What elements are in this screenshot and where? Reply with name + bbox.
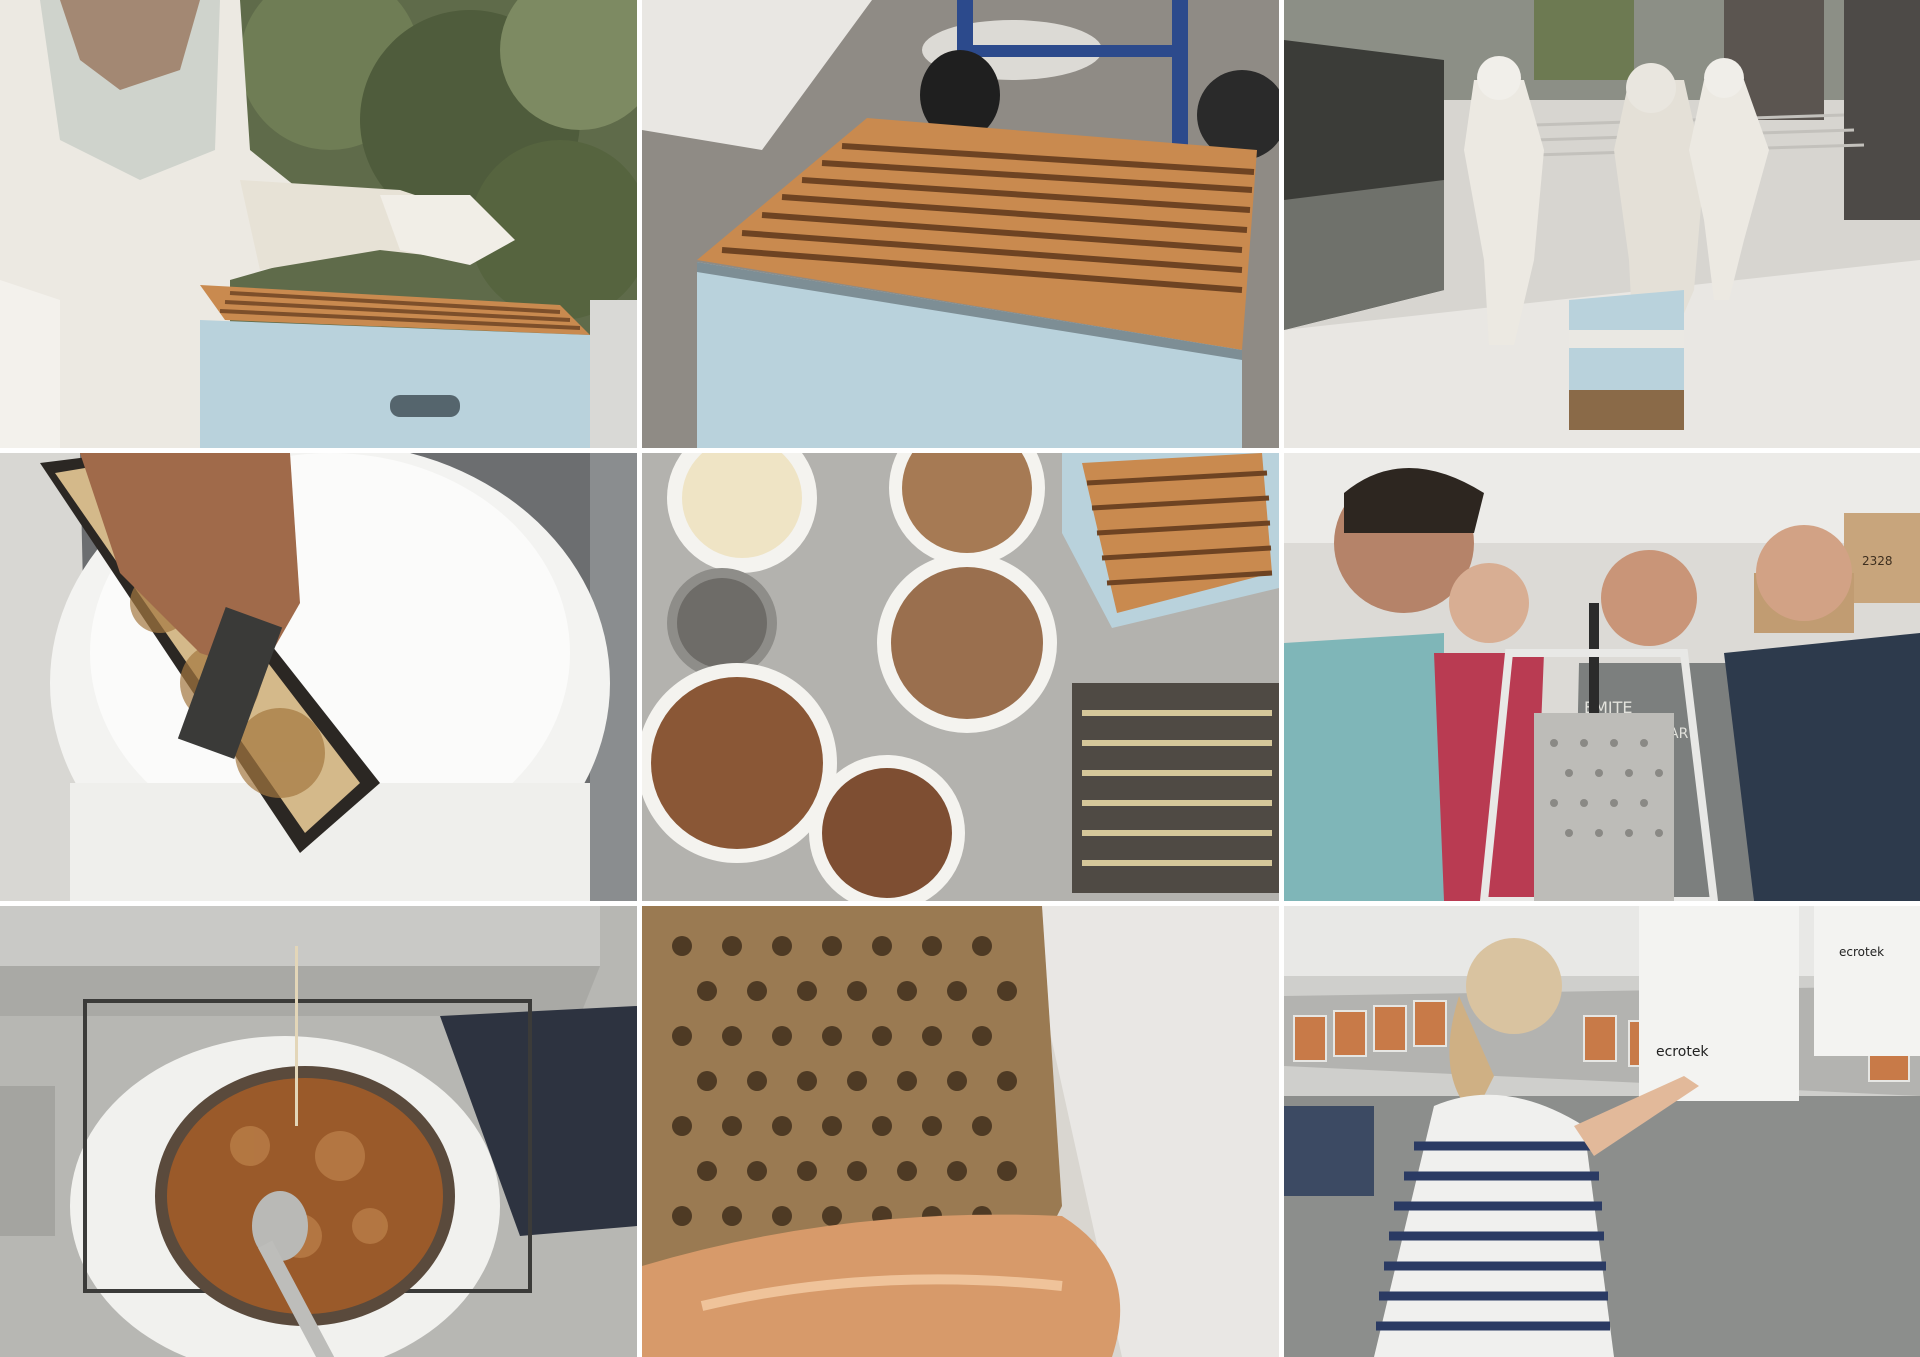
- photo-uncapping-honeycomb-frame: [0, 453, 637, 901]
- photo-honey-strainer-closeup-image: [642, 906, 1279, 1357]
- photo-woman-filling-honey-jars-image: ecrotek ecrotek: [1284, 906, 1920, 1357]
- photo-buckets-of-honeycomb-from-above: [642, 453, 1279, 901]
- bucket-brand-text-2: ecrotek: [1839, 945, 1884, 959]
- photo-buckets-of-honeycomb-from-above-image: [642, 453, 1279, 901]
- photo-open-hive-box-on-trolley-image: [642, 0, 1279, 448]
- photo-grid: 2328 EMITE IONAL PAR: [0, 0, 1920, 1357]
- shelf-box-number: 2328: [1862, 554, 1893, 568]
- photo-group-pressing-honeycomb: 2328 EMITE IONAL PAR: [1284, 453, 1920, 901]
- photo-honey-draining-into-bucket-image: [0, 906, 637, 1357]
- photo-honey-draining-into-bucket: [0, 906, 637, 1357]
- photo-beekeepers-wheeling-hive-image: [1284, 0, 1920, 448]
- photo-beekeepers-wheeling-hive: [1284, 0, 1920, 448]
- photo-open-hive-box-on-trolley: [642, 0, 1279, 448]
- bucket-brand-text: ecrotek: [1656, 1044, 1709, 1060]
- photo-beekeeper-inspecting-hive-image: [0, 0, 637, 448]
- photo-honey-strainer-closeup: [642, 906, 1279, 1357]
- photo-beekeeper-inspecting-hive: [0, 0, 637, 448]
- photo-group-pressing-honeycomb-image: 2328 EMITE IONAL PAR: [1284, 453, 1920, 901]
- photo-uncapping-honeycomb-frame-image: [0, 453, 637, 901]
- photo-woman-filling-honey-jars: ecrotek ecrotek: [1284, 906, 1920, 1357]
